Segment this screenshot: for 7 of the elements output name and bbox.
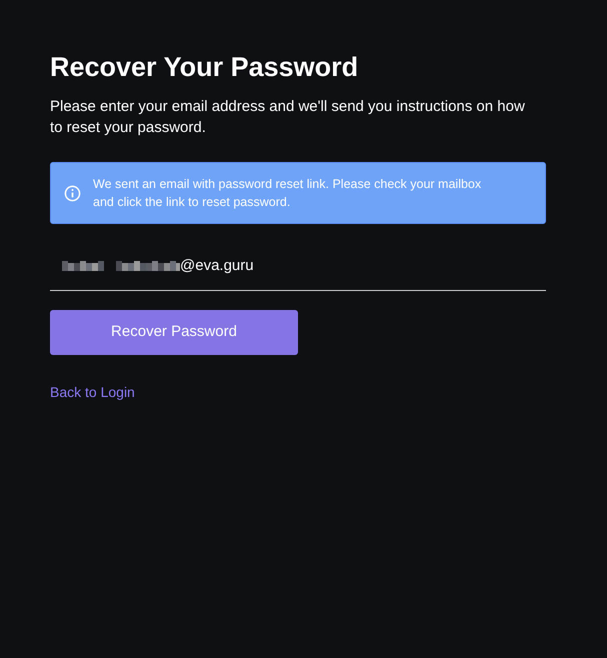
email-field[interactable]: @eva.guru (50, 242, 546, 291)
info-icon (64, 184, 81, 202)
alert-text: We sent an email with password reset link. Please check your mailbox and click the link to reset password. (93, 176, 482, 211)
page-title: Recover Your Password (50, 51, 360, 84)
description: Please enter your email address and we'll send you instructions on how to reset your password. (50, 97, 526, 138)
recover-password-button[interactable]: Recover Password (50, 310, 298, 355)
back-to-login-link[interactable]: Back to Login (50, 384, 135, 400)
